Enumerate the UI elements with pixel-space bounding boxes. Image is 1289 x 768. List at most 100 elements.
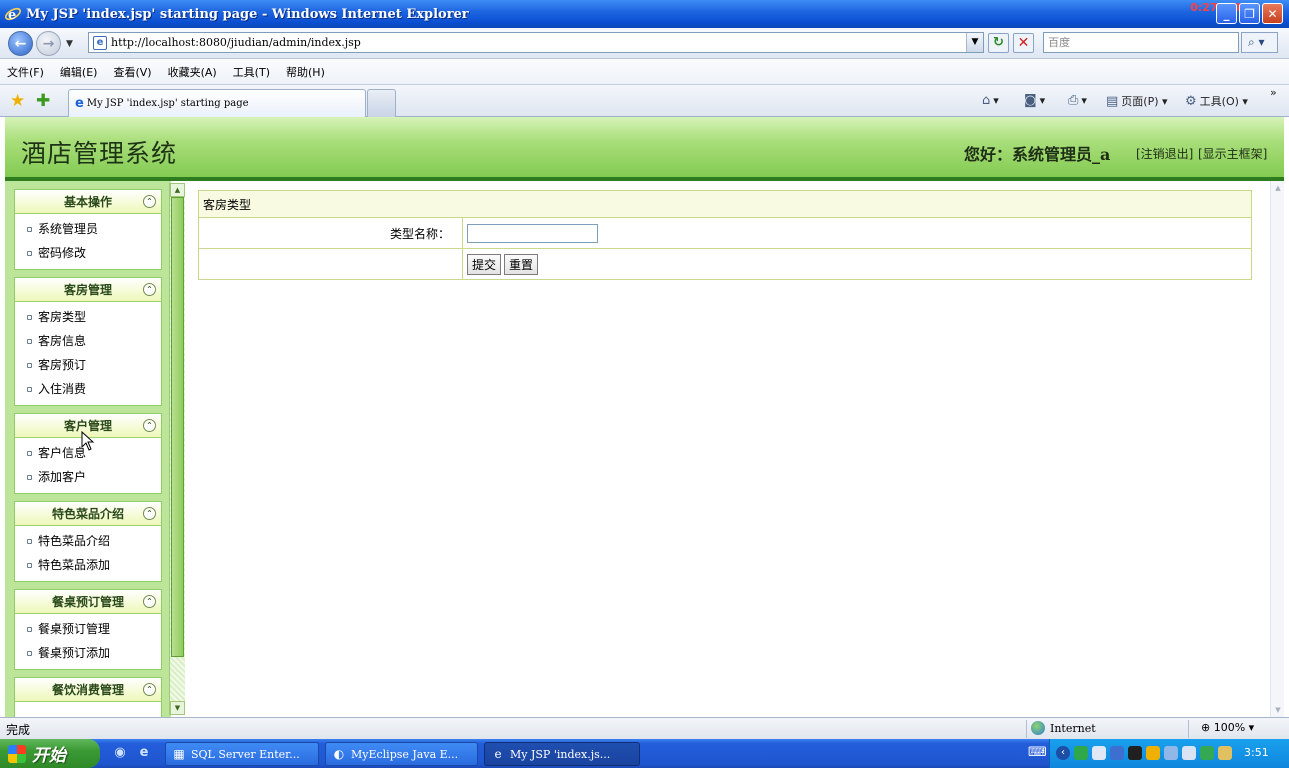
add-favorite-icon[interactable]: ✚ xyxy=(36,91,50,111)
favorites-star-icon[interactable]: ★ xyxy=(10,91,25,111)
sidebar-group-title[interactable]: 基本操作 ⌃ xyxy=(15,190,161,214)
page-menu-button[interactable]: ▤ 页面(P) ▾ xyxy=(1106,93,1168,109)
collapse-up-icon[interactable]: ⌃ xyxy=(143,595,156,608)
submit-button[interactable]: 提交 xyxy=(467,253,502,275)
sidebar-group-tables: 餐桌预订管理 ⌃ 餐桌预订管理 餐桌预订添加 xyxy=(14,589,162,670)
collapse-up-icon[interactable]: ⌃ xyxy=(143,507,156,520)
status-divider xyxy=(1026,720,1027,738)
back-button[interactable]: ← xyxy=(8,31,33,56)
sidebar-item-add-customer[interactable]: 添加客户 xyxy=(15,465,161,489)
menu-bar: 文件(F) 编辑(E) 查看(V) 收藏夹(A) 工具(T) 帮助(H) xyxy=(0,59,1289,85)
sidebar-item-room-booking[interactable]: 客房预订 xyxy=(15,353,161,377)
main-content: 客房类型 类型名称： 提交 重置 xyxy=(185,181,1270,717)
tab-label: My JSP 'index.jsp' starting page xyxy=(86,98,249,109)
collapse-up-icon[interactable]: ⌃ xyxy=(143,419,156,432)
task-label: MyEclipse Java E... xyxy=(351,747,459,761)
task-ie-window[interactable]: e My JSP 'index.js... xyxy=(484,742,640,766)
minimize-button[interactable]: _ xyxy=(1216,3,1237,24)
sidebar-scrollbar[interactable]: ▲ ▼ xyxy=(169,183,185,715)
stop-icon: ✕ xyxy=(1017,35,1030,51)
quicklaunch-ie-icon[interactable]: e xyxy=(136,745,152,761)
ie-logo-icon: e xyxy=(4,7,22,23)
home-button[interactable]: ⌂ ▾ xyxy=(982,93,999,108)
sidebar-item-table-add[interactable]: 餐桌预订添加 xyxy=(15,641,161,665)
tray-app-icon[interactable] xyxy=(1110,746,1124,760)
start-button[interactable]: 开始 xyxy=(0,739,100,768)
stop-button[interactable]: ✕ xyxy=(1013,33,1034,53)
scroll-down-icon[interactable]: ▼ xyxy=(170,701,185,715)
show-main-frame-link[interactable]: [显示主框架] xyxy=(1198,145,1267,162)
collapse-up-icon[interactable]: ⌃ xyxy=(143,683,156,696)
address-toolbar: ← → ▼ e http://localhost:8080/jiudian/ad… xyxy=(0,28,1289,59)
network-icon[interactable] xyxy=(1164,746,1178,760)
maximize-button[interactable]: ❐ xyxy=(1239,3,1260,24)
volume-icon[interactable] xyxy=(1218,746,1232,760)
menu-view[interactable]: 查看(V) xyxy=(113,64,151,80)
close-window-button[interactable]: ✕ xyxy=(1262,3,1283,24)
collapse-up-icon[interactable]: ⌃ xyxy=(143,195,156,208)
sidebar-group-title[interactable]: 客房管理 ⌃ xyxy=(15,278,161,302)
page-scrollbar[interactable]: ▲ ▼ xyxy=(1270,181,1284,717)
forward-button[interactable]: → xyxy=(36,31,61,56)
sidebar-item-dish-add[interactable]: 特色菜品添加 xyxy=(15,553,161,577)
refresh-icon: ↻ xyxy=(993,35,1004,50)
sidebar-group-title[interactable]: 特色菜品介绍 ⌃ xyxy=(15,502,161,526)
restore-icon: ❐ xyxy=(1244,6,1255,21)
sidebar-item-checkin[interactable]: 入住消费 xyxy=(15,377,161,401)
sidebar-item-dish-intro[interactable]: 特色菜品介绍 xyxy=(15,529,161,553)
menu-edit[interactable]: 编辑(E) xyxy=(60,64,98,80)
sidebar-item-room-info[interactable]: 客房信息 xyxy=(15,329,161,353)
bullet-icon xyxy=(27,362,32,368)
menu-file[interactable]: 文件(F) xyxy=(7,64,44,80)
security-shield-icon[interactable] xyxy=(1200,746,1214,760)
ie-task-icon: e xyxy=(494,747,502,761)
security-zone[interactable]: Internet xyxy=(1031,721,1096,735)
search-button[interactable]: ⌕ ▾ xyxy=(1241,32,1278,53)
address-field[interactable]: e http://localhost:8080/jiudian/admin/in… xyxy=(88,32,984,53)
toolbar-overflow-icon[interactable]: » xyxy=(1270,86,1277,99)
sidebar-item-room-type[interactable]: 客房类型 xyxy=(15,305,161,329)
sidebar-item-admin[interactable]: 系统管理员 xyxy=(15,217,161,241)
menu-tools[interactable]: 工具(T) xyxy=(233,64,270,80)
scrollbar-thumb[interactable] xyxy=(171,197,184,657)
scroll-up-icon[interactable]: ▲ xyxy=(1271,181,1285,195)
task-myeclipse[interactable]: ◐ MyEclipse Java E... xyxy=(325,742,478,766)
type-name-label: 类型名称： xyxy=(198,217,463,249)
sidebar-item-table-booking[interactable]: 餐桌预订管理 xyxy=(15,617,161,641)
menu-favorites[interactable]: 收藏夹(A) xyxy=(168,64,217,80)
tray-app-icon[interactable] xyxy=(1182,746,1196,760)
address-dropdown-icon[interactable]: ▼ xyxy=(966,33,983,52)
print-button[interactable]: ⎙ ▾ xyxy=(1068,93,1087,108)
menu-help[interactable]: 帮助(H) xyxy=(286,64,325,80)
scroll-down-icon[interactable]: ▼ xyxy=(1271,703,1285,717)
page-header: 酒店管理系统 您好：系统管理员_a [注销退出] [显示主框架] xyxy=(5,117,1284,181)
quicklaunch-desktop-icon[interactable]: ◉ xyxy=(112,745,128,761)
search-input[interactable]: 百度 xyxy=(1043,32,1239,53)
new-tab-button[interactable] xyxy=(367,89,396,117)
tray-expand-icon[interactable]: ‹ xyxy=(1056,746,1070,760)
tab-bar: ★ ✚ e My JSP 'index.jsp' starting page ⌂… xyxy=(0,85,1289,117)
tray-app-icon[interactable] xyxy=(1092,746,1106,760)
buttons-cell: 提交 重置 xyxy=(462,248,1252,280)
task-sql-server[interactable]: ▦ SQL Server Enter... xyxy=(165,742,319,766)
sidebar-group-title[interactable]: 餐饮消费管理 ⌃ xyxy=(15,678,161,702)
reset-button[interactable]: 重置 xyxy=(504,253,539,275)
tab-active[interactable]: e My JSP 'index.jsp' starting page xyxy=(68,89,366,117)
zoom-control[interactable]: ⊕ 100% ▾ xyxy=(1201,721,1254,734)
keyboard-icon[interactable]: ⌨ xyxy=(1028,745,1047,761)
sidebar-item-password[interactable]: 密码修改 xyxy=(15,241,161,265)
search-icon: ⌕ ▾ xyxy=(1248,35,1265,49)
tray-app-icon[interactable] xyxy=(1146,746,1160,760)
scroll-up-icon[interactable]: ▲ xyxy=(170,183,185,197)
gear-icon: ⚙ xyxy=(1185,93,1197,109)
history-dropdown-icon[interactable]: ▼ xyxy=(66,39,73,49)
feeds-button[interactable]: ◙ ▾ xyxy=(1024,93,1045,108)
qq-icon[interactable] xyxy=(1128,746,1142,760)
refresh-button[interactable]: ↻ xyxy=(988,33,1009,53)
tools-menu-button[interactable]: ⚙ 工具(O) ▾ xyxy=(1185,93,1248,109)
tray-app-icon[interactable] xyxy=(1074,746,1088,760)
collapse-up-icon[interactable]: ⌃ xyxy=(143,283,156,296)
type-name-input[interactable] xyxy=(467,223,598,243)
sidebar-group-title[interactable]: 餐桌预订管理 ⌃ xyxy=(15,590,161,614)
logout-link[interactable]: [注销退出] xyxy=(1136,145,1193,162)
